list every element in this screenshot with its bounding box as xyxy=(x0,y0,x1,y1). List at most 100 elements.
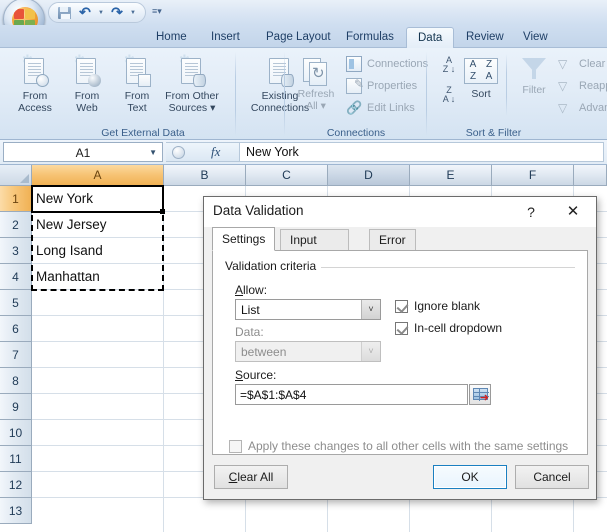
column-header-g[interactable] xyxy=(574,165,607,186)
group-label-get-external-data: Get External Data xyxy=(101,127,185,139)
row-header-7[interactable]: 7 xyxy=(0,342,32,368)
refresh-all-button[interactable]: ↻ Refresh All ▾ xyxy=(288,54,344,112)
from-access-icon: ✱ xyxy=(20,53,50,88)
row-header-5[interactable]: 5 xyxy=(0,290,32,316)
data-value: between xyxy=(241,345,287,359)
apply-all-label: Apply these changes to all other cells w… xyxy=(248,439,569,453)
filter-button[interactable]: Filter xyxy=(514,58,554,96)
column-header-b[interactable]: B xyxy=(164,165,246,186)
dialog-title-bar[interactable]: Data Validation ? ✕ xyxy=(204,197,596,227)
apply-all-checkbox[interactable]: Apply these changes to all other cells w… xyxy=(229,439,568,453)
sort-label: Sort xyxy=(471,88,491,100)
allow-label-text: llow: xyxy=(243,283,268,297)
sort-dialog-button[interactable]: AZ ZA Sort xyxy=(464,58,498,100)
column-header-e[interactable]: E xyxy=(410,165,492,186)
name-box-dropdown-icon[interactable]: ▼ xyxy=(149,143,157,163)
ignore-blank-label: Ignore blank xyxy=(414,299,481,313)
tab-view[interactable]: View xyxy=(512,27,559,48)
checkbox-icon-apply-all xyxy=(229,439,242,453)
cancel-button[interactable]: Cancel xyxy=(515,465,589,489)
close-icon[interactable]: ✕ xyxy=(558,201,588,223)
properties-button[interactable]: Properties xyxy=(346,75,417,96)
group-label-connections: Connections xyxy=(326,127,386,139)
customize-qat-icon[interactable]: ≡▾ xyxy=(152,6,162,17)
advanced-icon: ▽ xyxy=(558,100,568,115)
row-header-8[interactable]: 8 xyxy=(0,368,32,394)
dialog-footer: Clear All OK Cancel xyxy=(204,455,596,499)
cell-a4[interactable]: Manhattan xyxy=(32,264,100,289)
formula-expand-icon[interactable] xyxy=(172,145,185,159)
row-header-10[interactable]: 10 xyxy=(0,420,32,446)
row-header-11[interactable]: 11 xyxy=(0,446,32,472)
allow-dropdown[interactable]: List ˅ xyxy=(235,299,381,320)
tab-page-layout[interactable]: Page Layout xyxy=(255,27,342,48)
checkbox-icon-ignore-blank xyxy=(395,299,408,313)
fill-handle[interactable] xyxy=(160,209,165,214)
ok-button[interactable]: OK xyxy=(433,465,507,489)
reapply-icon: ▽ xyxy=(558,78,568,93)
row-header-12[interactable]: 12 xyxy=(0,472,32,498)
tab-data[interactable]: Data xyxy=(406,27,455,48)
filter-icon xyxy=(522,58,546,80)
from-other-sources-button[interactable]: ✱ From Other Sources ▾ xyxy=(154,53,230,114)
clear-icon: ▽ xyxy=(558,56,568,71)
formula-bar: A1 ▼ fx New York xyxy=(0,140,607,165)
name-box[interactable]: A1 ▼ xyxy=(3,142,163,162)
cell-a3[interactable]: Long Isand xyxy=(32,238,103,263)
formula-bar-tools: fx xyxy=(166,142,240,162)
cell-a2[interactable]: New Jersey xyxy=(32,212,107,237)
dialog-body: Settings Input Message Error Alert Valid… xyxy=(212,227,588,455)
undo-dropdown-icon[interactable]: ▼ xyxy=(97,10,105,16)
tab-home[interactable]: Home xyxy=(145,27,198,48)
chevron-down-icon[interactable]: ˅ xyxy=(361,300,380,319)
advanced-filter-button[interactable]: ▽ Advanced xyxy=(558,97,607,118)
redo-dropdown-icon[interactable]: ▼ xyxy=(129,10,137,16)
insert-function-icon[interactable]: fx xyxy=(211,144,220,160)
in-cell-dropdown-label: In-cell dropdown xyxy=(414,321,503,335)
tab-input-message[interactable]: Input Message xyxy=(280,229,349,268)
tab-error-alert[interactable]: Error Alert xyxy=(369,229,416,268)
ribbon-tab-strip: Home Insert Page Layout Formulas Data Re… xyxy=(0,25,607,48)
row-header-2[interactable]: 2 xyxy=(0,212,32,238)
row-header-13[interactable]: 13 xyxy=(0,498,32,524)
tab-settings[interactable]: Settings xyxy=(212,227,276,251)
collapse-dialog-icon[interactable]: ➜ xyxy=(469,384,491,405)
row-header-1[interactable]: 1 xyxy=(0,186,32,212)
ribbon-group-get-external-data: ✱ From Access ✱ From Web ✱ From Text xyxy=(2,48,309,140)
tab-insert[interactable]: Insert xyxy=(200,27,251,48)
sort-descending-icon[interactable]: ZA ↓ xyxy=(438,86,460,110)
connections-button[interactable]: Connections xyxy=(346,53,428,74)
reapply-filter-button[interactable]: ▽ Reapply xyxy=(558,75,607,96)
clear-all-button[interactable]: Clear All xyxy=(214,465,288,489)
data-dropdown[interactable]: between ˅ xyxy=(235,341,381,362)
tab-review[interactable]: Review xyxy=(455,27,515,48)
column-header-f[interactable]: F xyxy=(492,165,574,186)
refresh-icon: ↻ xyxy=(301,56,331,88)
redo-icon[interactable]: ↷ xyxy=(108,4,126,21)
row-header-4[interactable]: 4 xyxy=(0,264,32,290)
column-header-c[interactable]: C xyxy=(246,165,328,186)
select-all-corner[interactable] xyxy=(0,165,32,186)
save-icon[interactable] xyxy=(55,4,73,21)
undo-icon[interactable]: ↶ xyxy=(76,4,94,21)
source-input[interactable]: =$A$1:$A$4 xyxy=(235,384,468,405)
data-validation-dialog: Data Validation ? ✕ Settings Input Messa… xyxy=(203,196,597,500)
clear-all-label: lear All xyxy=(237,470,274,484)
checkbox-icon-in-cell-dropdown xyxy=(395,321,408,335)
ignore-blank-checkbox[interactable]: Ignore blank xyxy=(395,299,480,313)
in-cell-dropdown-checkbox[interactable]: In-cell dropdown xyxy=(395,321,502,335)
sort-ascending-icon[interactable]: AZ ↓ xyxy=(438,56,460,80)
help-icon[interactable]: ? xyxy=(518,201,544,223)
clear-filter-button[interactable]: ▽ Clear xyxy=(558,53,605,74)
column-header-d[interactable]: D xyxy=(328,165,410,186)
row-header-3[interactable]: 3 xyxy=(0,238,32,264)
ribbon-group-connections: ↻ Refresh All ▾ Connections Properties 🔗… xyxy=(288,48,428,140)
cell-a1[interactable]: New York xyxy=(32,186,93,211)
column-header-a[interactable]: A xyxy=(32,165,164,186)
row-header-6[interactable]: 6 xyxy=(0,316,32,342)
row-header-9[interactable]: 9 xyxy=(0,394,32,420)
tab-formulas[interactable]: Formulas xyxy=(335,27,405,48)
edit-links-button[interactable]: 🔗 Edit Links xyxy=(346,97,415,118)
chevron-down-icon-data[interactable]: ˅ xyxy=(361,342,380,361)
formula-input[interactable]: New York xyxy=(240,142,604,162)
